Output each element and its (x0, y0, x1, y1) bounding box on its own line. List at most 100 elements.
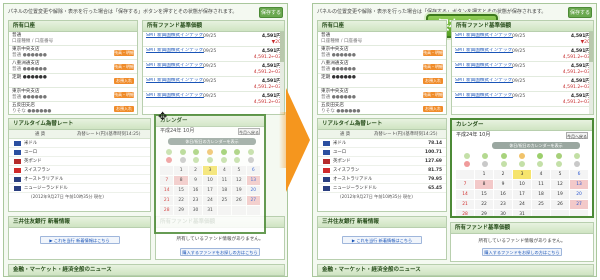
fund-search-link[interactable]: 購入するファンドをお探しの方はこちら (482, 248, 562, 256)
calendar-day[interactable]: 31 (513, 210, 531, 216)
calendar-day[interactable]: 19 (232, 186, 246, 195)
calendar-day[interactable]: 6 (570, 170, 588, 179)
calendar-day[interactable]: 4 (532, 170, 550, 179)
fund-link[interactable]: SMT 新興国株式インデックス・オープン (455, 78, 513, 84)
calendar-day[interactable]: 5 (551, 170, 569, 179)
current-month-button[interactable]: 今月へ戻る (238, 128, 260, 135)
save-button-small[interactable]: 保存する (259, 7, 283, 18)
calendar-day[interactable]: 15 (475, 190, 493, 199)
deposit-button[interactable]: お預入れ (423, 106, 443, 112)
sumitomo-link[interactable]: ▶ これを当行 新着情報はこちら (39, 236, 120, 244)
balance-button[interactable]: 残高・明細 (114, 92, 134, 98)
deposit-button[interactable]: お預入れ (114, 78, 134, 84)
calendar-day[interactable]: 21 (456, 200, 474, 209)
calendar-day[interactable]: 24 (513, 200, 531, 209)
funds-scrollbar[interactable] (280, 32, 284, 114)
rate-row: 米ドル (9, 139, 150, 148)
calendar-day[interactable]: 28 (456, 210, 474, 216)
balance-button[interactable]: 残高・明細 (423, 92, 443, 98)
holiday-toggle[interactable]: 休日/祝日のカレンダーを表示 (492, 142, 580, 149)
calendar-day[interactable]: 20 (570, 190, 588, 199)
fund-search-link[interactable]: 購入するファンドをお探しの方はこちら (180, 248, 260, 256)
calendar-day[interactable]: 8 (475, 180, 493, 189)
calendar-day[interactable]: 25 (217, 196, 232, 205)
account-row: 五反田支店 りそな ●●●●●● お預入れ (318, 102, 446, 114)
calendar-day[interactable]: 26 (232, 196, 246, 205)
fund-link[interactable]: SMT 新興国株式インデックス・オープン (455, 63, 513, 69)
save-button-small[interactable]: 保存する (568, 7, 592, 18)
calendar-day[interactable]: 3 (513, 170, 531, 179)
calendar-day[interactable]: 9 (188, 176, 203, 185)
fund-link[interactable]: SMT 新興国株式インデックス・オープン (146, 93, 204, 99)
current-month-button[interactable]: 今月へ戻る (566, 132, 588, 139)
calendar-day[interactable]: 19 (551, 190, 569, 199)
calendar-day[interactable]: 30 (188, 206, 203, 215)
calendar-day[interactable]: 2 (494, 170, 512, 179)
calendar-day[interactable]: 3 (203, 166, 217, 175)
calendar-day[interactable]: 10 (513, 180, 531, 189)
balance-button[interactable]: 残高・明細 (423, 64, 443, 70)
fund-link[interactable]: SMT 新興国株式インデックス・オープン (146, 33, 204, 39)
weather-dot-icon (500, 153, 507, 159)
calendar-day[interactable]: 14 (456, 190, 474, 199)
holiday-toggle[interactable]: 休日/祝日のカレンダーを表示 (168, 138, 256, 145)
fund-link[interactable]: SMT 新興国株式インデックス・オープン (146, 63, 204, 69)
calendar-day[interactable]: 28 (160, 206, 174, 215)
balance-button[interactable]: 残高・明細 (114, 50, 134, 56)
calendar-day[interactable]: 8 (174, 176, 188, 185)
calendar-day[interactable]: 16 (494, 190, 512, 199)
calendar-day[interactable]: 23 (494, 200, 512, 209)
calendar-day[interactable]: 25 (532, 200, 550, 209)
calendar-day[interactable]: 18 (217, 186, 232, 195)
calendar-day[interactable]: 14 (160, 186, 174, 195)
calendar-day[interactable]: 2 (188, 166, 203, 175)
deposit-button[interactable]: お預入れ (423, 78, 443, 84)
calendar-day[interactable]: 1 (475, 170, 493, 179)
calendar-day[interactable]: 9 (494, 180, 512, 189)
rate-row: ユーロ 100.71 (318, 148, 446, 157)
calendar-day[interactable]: 29 (475, 210, 493, 216)
calendar-day[interactable]: 20 (246, 186, 260, 195)
calendar-day[interactable]: 12 (551, 180, 569, 189)
calendar-day[interactable]: 6 (246, 166, 260, 175)
calendar-day[interactable]: 22 (475, 200, 493, 209)
fund-link[interactable]: SMT 新興国株式インデックス・オープン (455, 48, 513, 54)
calendar-panel[interactable]: カレンダー 平成24年 10月 今月へ戻る 休日/祝日のカレンダーを表示 1234… (450, 118, 594, 218)
calendar-day[interactable]: 15 (174, 186, 188, 195)
balance-button[interactable]: 残高・明細 (423, 50, 443, 56)
calendar-day[interactable]: 7 (160, 176, 174, 185)
fund-link[interactable]: SMT 新興国株式インデックス・オープン (146, 78, 204, 84)
fund-link[interactable]: SMT 新興国株式インデックス・オープン (146, 48, 204, 54)
calendar-day[interactable]: 11 (217, 176, 232, 185)
calendar-day[interactable]: 13 (570, 180, 588, 189)
calendar-day[interactable]: 17 (203, 186, 217, 195)
calendar-day[interactable]: 24 (203, 196, 217, 205)
calendar-day[interactable]: 17 (513, 190, 531, 199)
calendar-day[interactable]: 10 (203, 176, 217, 185)
fund-link[interactable]: SMT 新興国株式インデックス・オープン (455, 93, 513, 99)
calendar-day[interactable]: 18 (532, 190, 550, 199)
calendar-day[interactable]: 7 (456, 180, 474, 189)
calendar-day[interactable]: 13 (246, 176, 260, 185)
calendar-panel-dragging[interactable]: カレンダー 平成24年 10月 今月へ戻る 休日/祝日のカレンダーを表示 1234… (154, 114, 266, 234)
calendar-day[interactable]: 29 (174, 206, 188, 215)
calendar-day[interactable]: 23 (188, 196, 203, 205)
calendar-day[interactable]: 11 (532, 180, 550, 189)
calendar-day[interactable]: 4 (217, 166, 232, 175)
calendar-day[interactable]: 5 (232, 166, 246, 175)
calendar-day[interactable]: 1 (174, 166, 188, 175)
calendar-day[interactable]: 31 (203, 206, 217, 215)
calendar-day[interactable]: 21 (160, 196, 174, 205)
calendar-day[interactable]: 12 (232, 176, 246, 185)
calendar-day[interactable]: 27 (570, 200, 588, 209)
calendar-day[interactable]: 16 (188, 186, 203, 195)
fund-link[interactable]: SMT 新興国株式インデックス・オープン (455, 33, 513, 39)
calendar-day[interactable]: 26 (551, 200, 569, 209)
funds-scrollbar[interactable] (589, 32, 593, 114)
calendar-day[interactable]: 27 (246, 196, 260, 205)
sumitomo-link[interactable]: ▶ これを当行 新着情報はこちら (342, 236, 422, 244)
deposit-button[interactable]: お預入れ (114, 106, 134, 112)
balance-button[interactable]: 残高・明細 (114, 64, 134, 70)
calendar-day[interactable]: 22 (174, 196, 188, 205)
calendar-day[interactable]: 30 (494, 210, 512, 216)
